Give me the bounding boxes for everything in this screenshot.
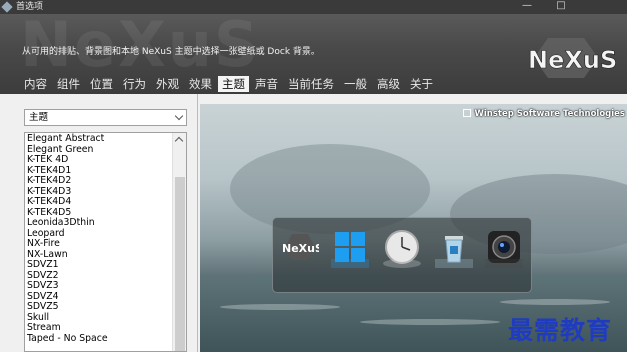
window-titlebar[interactable]: 首选项 — □	[0, 0, 627, 14]
header-description: 从可用的排贴、背景图和本地 NeXuS 主题中选择一张壁纸或 Dock 背景。	[22, 47, 320, 57]
tab-0[interactable]: 内容	[20, 76, 51, 92]
overlay-caption: 最需教育	[508, 316, 613, 345]
preview-wave	[220, 304, 340, 310]
preview-credit: Winstep Software Technologies	[462, 108, 626, 119]
dock-reflection	[485, 259, 523, 268]
tab-2[interactable]: 位置	[86, 76, 117, 92]
tab-10[interactable]: 高级	[373, 76, 404, 92]
dock-logo-text: NeXuS	[282, 242, 319, 255]
minimize-button[interactable]: —	[516, 0, 538, 14]
winstep-icon	[462, 109, 471, 117]
tab-11[interactable]: 关于	[406, 76, 437, 92]
tab-8[interactable]: 当前任务	[284, 76, 338, 92]
scroll-up-icon[interactable]	[174, 136, 184, 146]
theme-listbox[interactable]: Elegant Abstract Elegant Green K-TEK 4D K-T…	[24, 132, 187, 352]
nexus-icon: NeXuS	[282, 234, 319, 260]
theme-category-value: 主题	[29, 112, 49, 123]
tab-bar: 内容 组件 位置 行为 外观 效果 主题 声音 当前任务 一般 高级 关于	[20, 76, 437, 92]
chevron-down-icon[interactable]	[174, 111, 184, 121]
tab-4[interactable]: 外观	[152, 76, 183, 92]
tab-1[interactable]: 组件	[53, 76, 84, 92]
preview-wave	[500, 299, 610, 305]
list-scrollbar[interactable]	[172, 133, 186, 351]
dock-reflection	[383, 259, 421, 268]
list-item[interactable]: NX-Fire	[27, 238, 171, 250]
list-item[interactable]: Leonida3Dthin	[27, 217, 171, 229]
list-item[interactable]: SDVZ5	[27, 301, 171, 313]
app-icon	[1, 1, 13, 13]
list-item[interactable]: SDVZ1	[27, 259, 171, 271]
list-item[interactable]: Elegant Abstract	[27, 133, 171, 145]
dock-preview: NeXuS	[272, 217, 532, 293]
list-item[interactable]: SDVZ3	[27, 280, 171, 292]
theme-list: Elegant Abstract Elegant Green K-TEK 4D K-T…	[27, 133, 171, 345]
nexus-logo: NeXuS	[528, 38, 618, 78]
list-item[interactable]: Taped - No Space	[27, 333, 171, 345]
tab-9[interactable]: 一般	[340, 76, 371, 92]
theme-panel: 主题 Elegant Abstract Elegant Green K-TEK 4D…	[0, 94, 198, 352]
tab-3[interactable]: 行为	[119, 76, 150, 92]
dock-reflection	[435, 259, 473, 268]
credit-text: Winstep Software Technologies	[474, 109, 626, 119]
preview-wave	[360, 319, 500, 325]
list-item[interactable]: K-TEK4D2	[27, 175, 171, 187]
window-title: 首选项	[16, 2, 44, 12]
logo-text: NeXuS	[528, 46, 617, 74]
dock-reflection	[331, 259, 369, 268]
tab-6[interactable]: 主题	[218, 76, 249, 92]
list-item[interactable]: Stream	[27, 322, 171, 334]
theme-category-select[interactable]: 主题	[24, 109, 187, 126]
maximize-button[interactable]: □	[550, 0, 572, 14]
list-item[interactable]: K-TEK 4D	[27, 154, 171, 166]
scrollbar-thumb[interactable]	[175, 177, 185, 351]
tab-5[interactable]: 效果	[185, 76, 216, 92]
tab-7[interactable]: 声音	[251, 76, 282, 92]
list-item[interactable]: K-TEK4D4	[27, 196, 171, 208]
